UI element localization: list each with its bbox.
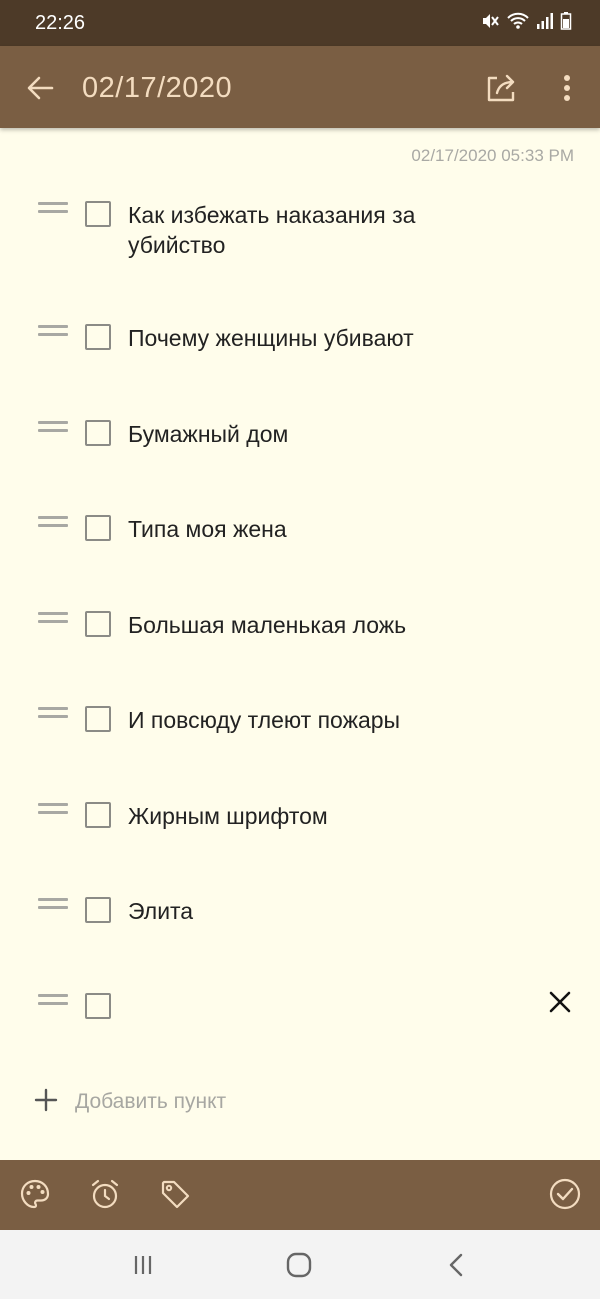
item-checkbox[interactable] [85, 201, 111, 227]
list-item: Почему женщины убивают [0, 299, 600, 395]
item-text[interactable]: Типа моя жена [128, 514, 508, 544]
recents-button[interactable] [123, 1250, 163, 1280]
item-text[interactable]: Большая маленькая ложь [128, 610, 508, 640]
drag-handle-icon[interactable] [38, 202, 68, 216]
list-item: Бумажный дом [0, 395, 600, 491]
drag-handle-icon[interactable] [38, 325, 68, 339]
item-text[interactable]: Как избежать наказания за убийство [128, 200, 508, 260]
list-item: Элита [0, 872, 600, 968]
item-checkbox[interactable] [85, 419, 111, 446]
tag-icon [161, 1180, 190, 1209]
drag-handle-icon[interactable] [38, 802, 68, 817]
drag-handle-icon[interactable] [38, 993, 68, 1008]
home-icon [286, 1252, 312, 1278]
drag-handle-icon[interactable] [38, 516, 68, 530]
back-button[interactable] [22, 70, 58, 106]
back-arrow-icon [27, 76, 54, 100]
item-checkbox[interactable] [85, 897, 111, 923]
label-button[interactable] [157, 1176, 193, 1212]
item-checkbox[interactable] [85, 515, 111, 541]
signal-icon [537, 13, 553, 29]
close-icon [549, 991, 571, 1012]
wifi-icon [507, 12, 529, 29]
item-checkbox[interactable] [85, 324, 111, 350]
alarm-icon [91, 1179, 119, 1209]
item-checkbox[interactable] [85, 610, 111, 637]
item-text[interactable]: Бумажный дом [128, 419, 508, 449]
checklist: Как избежать наказания за убийство Почем… [0, 176, 600, 1063]
app-bar: 02/17/2020 [0, 46, 600, 128]
status-icons [480, 11, 572, 31]
list-item: И повсюду тлеют пожары [0, 681, 600, 777]
reminder-button[interactable] [87, 1176, 123, 1212]
drag-handle-icon[interactable] [38, 611, 68, 626]
system-nav-bar [0, 1230, 600, 1299]
status-time: 22:26 [35, 12, 86, 34]
item-text[interactable]: Элита [128, 896, 508, 926]
bottom-toolbar [0, 1160, 600, 1230]
list-item-new [0, 968, 600, 1064]
add-item-label: Добавить пункт [75, 1090, 227, 1113]
palette-icon [20, 1179, 50, 1209]
list-item: Как избежать наказания за убийство [0, 176, 600, 299]
item-text[interactable]: Почему женщины убивают [128, 323, 508, 353]
page-title: 02/17/2020 [82, 72, 233, 104]
back-icon [449, 1253, 463, 1277]
item-checkbox[interactable] [85, 706, 111, 732]
plus-icon [34, 1088, 58, 1112]
recents-icon [134, 1256, 152, 1274]
color-button[interactable] [17, 1176, 53, 1212]
battery-icon [560, 12, 572, 30]
status-bar: 22:26 [0, 0, 600, 46]
more-options-button[interactable] [552, 68, 582, 108]
system-back-button[interactable] [436, 1250, 476, 1280]
list-item: Типа моя жена [0, 490, 600, 586]
share-icon [487, 74, 515, 102]
item-text[interactable]: И повсюду тлеют пожары [128, 705, 508, 735]
add-item-button[interactable]: Добавить пункт [0, 1080, 600, 1124]
share-button[interactable] [482, 68, 522, 108]
mute-icon [483, 14, 499, 28]
more-vert-icon [564, 75, 570, 101]
note-timestamp: 02/17/2020 05:33 PM [411, 146, 574, 165]
delete-item-button[interactable] [546, 988, 574, 1016]
drag-handle-icon[interactable] [38, 707, 68, 721]
done-button[interactable] [547, 1176, 583, 1212]
home-button[interactable] [279, 1250, 319, 1280]
item-checkbox[interactable] [85, 992, 111, 1019]
item-text[interactable]: Жирным шрифтом [128, 801, 508, 831]
drag-handle-icon[interactable] [38, 420, 68, 435]
list-item: Большая маленькая ложь [0, 586, 600, 682]
drag-handle-icon[interactable] [38, 898, 68, 912]
list-item: Жирным шрифтом [0, 777, 600, 873]
item-checkbox[interactable] [85, 801, 111, 828]
done-check-icon [549, 1178, 581, 1210]
